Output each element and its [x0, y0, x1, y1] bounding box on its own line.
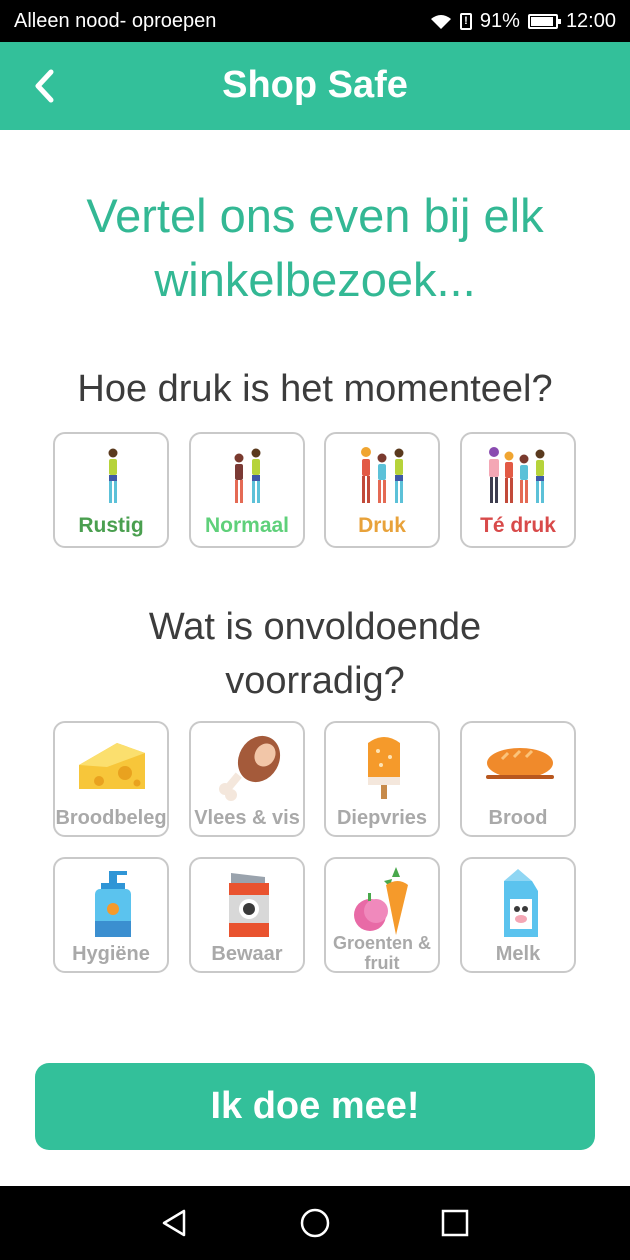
status-bar: Alleen nood- oproepen ! 91% 12:00 [0, 0, 630, 42]
stock-option-diepvries[interactable]: Diepvries [324, 721, 440, 837]
crowd-label-normaal: Normaal [204, 514, 290, 537]
crowd-option-normaal[interactable]: Normaal [189, 432, 305, 548]
stock-option-hygiene[interactable]: Hygiëne [53, 857, 169, 973]
nav-recents-button[interactable] [438, 1206, 472, 1240]
alert-icon: ! [459, 13, 472, 30]
battery-percentage: 91% [479, 10, 520, 32]
battery-icon [527, 14, 561, 29]
crowd-option-rustig[interactable]: Rustig [53, 432, 169, 548]
stock-label-bewaar: Bewaar [211, 943, 283, 965]
back-triangle-icon [162, 1209, 186, 1237]
nav-back-button[interactable] [158, 1206, 192, 1240]
stock-option-vlees-vis[interactable]: Vlees & vis [189, 721, 305, 837]
app-bar: Shop Safe [0, 42, 630, 130]
stock-option-brood[interactable]: Brood [460, 721, 576, 837]
stock-label-broodbeleg: Broodbeleg [55, 807, 167, 829]
stock-option-bewaar[interactable]: Bewaar [189, 857, 305, 973]
stock-label-brood: Brood [488, 807, 548, 829]
carrier-text: Alleen nood- oproepen [14, 10, 217, 32]
app-title: Shop Safe [222, 64, 408, 106]
clock: 12:00 [565, 10, 616, 32]
stock-label-hygiene: Hygiëne [72, 943, 150, 965]
crowd-option-te-druk[interactable]: Té druk [460, 432, 576, 548]
stock-label-melk: Melk [495, 943, 541, 965]
stock-question-text: Wat is onvoldoende voorradig? [148, 606, 482, 702]
crowd-label-druk: Druk [358, 514, 406, 537]
recents-square-icon [441, 1209, 469, 1237]
crowd-question: Hoe druk is het momenteel? [77, 368, 553, 410]
stock-option-broodbeleg[interactable]: Broodbeleg [53, 721, 169, 837]
wifi-icon [430, 14, 451, 29]
stock-label-diepvries: Diepvries [336, 807, 428, 829]
home-circle-icon [300, 1208, 330, 1238]
stock-option-melk[interactable]: Melk [460, 857, 576, 973]
stock-label-groenten-fruit: Groenten & fruit [332, 933, 431, 973]
stock-label-vlees-vis: Vlees & vis [194, 807, 300, 829]
join-button[interactable]: Ik doe mee! [35, 1063, 595, 1150]
crowd-label-te-druk: Té druk [480, 514, 556, 537]
nav-home-button[interactable] [298, 1206, 332, 1240]
crowd-option-druk[interactable]: Druk [324, 432, 440, 548]
crowd-label-rustig: Rustig [78, 514, 144, 537]
system-navigation-bar [0, 1186, 630, 1260]
stock-option-groenten-fruit[interactable]: Groenten & fruit [324, 857, 440, 973]
page-headline: Vertel ons even bij elk winkelbezoek... [86, 189, 544, 306]
status-icons: ! 91% 12:00 [430, 10, 616, 33]
stock-question: Wat is onvoldoende voorradig? [20, 600, 610, 708]
